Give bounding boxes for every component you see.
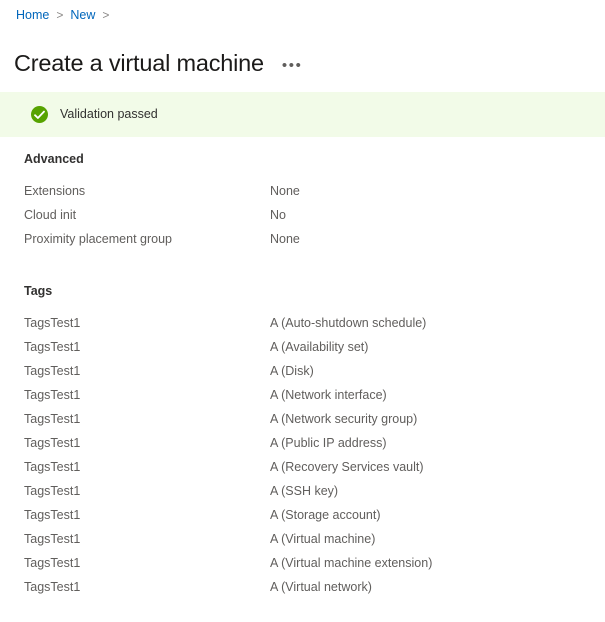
tag-value: A (Virtual machine) <box>270 532 376 546</box>
tag-row: TagsTest1 A (Disk) <box>24 359 584 383</box>
check-circle-icon <box>31 106 48 123</box>
tag-name: TagsTest1 <box>24 580 81 594</box>
tag-name: TagsTest1 <box>24 436 81 450</box>
tag-row: TagsTest1 A (Virtual machine) <box>24 527 584 551</box>
tag-value: A (Network interface) <box>270 388 387 402</box>
create-vm-review-page: Home > New > Create a virtual machine ••… <box>0 0 605 622</box>
section-heading-advanced: Advanced <box>24 152 84 166</box>
tag-row: TagsTest1 A (Network interface) <box>24 383 584 407</box>
tag-name: TagsTest1 <box>24 412 81 426</box>
tag-value: A (Recovery Services vault) <box>270 460 424 474</box>
tag-value: A (Public IP address) <box>270 436 387 450</box>
validation-status-text: Validation passed <box>60 107 158 121</box>
more-options-icon[interactable]: ••• <box>282 45 303 81</box>
tag-name: TagsTest1 <box>24 316 81 330</box>
tag-name: TagsTest1 <box>24 484 81 498</box>
tags-summary-list: TagsTest1 A (Auto-shutdown schedule) Tag… <box>24 311 584 599</box>
summary-row-value: No <box>270 208 286 222</box>
title-row: Create a virtual machine ••• <box>14 32 302 93</box>
summary-row-label: Cloud init <box>24 208 77 222</box>
tag-value: A (Availability set) <box>270 340 369 354</box>
summary-row-value: None <box>270 184 300 198</box>
tag-value: A (Disk) <box>270 364 314 378</box>
breadcrumb-item-home[interactable]: Home <box>16 7 49 23</box>
tag-name: TagsTest1 <box>24 532 81 546</box>
tag-value: A (Virtual machine extension) <box>270 556 433 570</box>
tag-value: A (SSH key) <box>270 484 339 498</box>
tag-value: A (Virtual network) <box>270 580 372 594</box>
summary-row: Extensions None <box>24 179 584 203</box>
section-heading-tags: Tags <box>24 284 53 298</box>
tag-row: TagsTest1 A (Auto-shutdown schedule) <box>24 311 584 335</box>
breadcrumb-separator-icon: > <box>102 8 110 22</box>
summary-row-value: None <box>270 232 300 246</box>
tag-name: TagsTest1 <box>24 460 81 474</box>
tag-row: TagsTest1 A (Virtual machine extension) <box>24 551 584 575</box>
tag-value: A (Storage account) <box>270 508 381 522</box>
tag-value: A (Network security group) <box>270 412 418 426</box>
tag-name: TagsTest1 <box>24 340 81 354</box>
tag-row: TagsTest1 A (SSH key) <box>24 479 584 503</box>
page-title: Create a virtual machine <box>14 49 264 76</box>
tag-name: TagsTest1 <box>24 508 81 522</box>
tag-row: TagsTest1 A (Recovery Services vault) <box>24 455 584 479</box>
tag-row: TagsTest1 A (Virtual network) <box>24 575 584 599</box>
validation-status-banner: Validation passed <box>0 92 605 137</box>
tag-row: TagsTest1 A (Availability set) <box>24 335 584 359</box>
tag-name: TagsTest1 <box>24 364 81 378</box>
summary-row: Cloud init No <box>24 203 584 227</box>
tag-row: TagsTest1 A (Network security group) <box>24 407 584 431</box>
breadcrumb-item-new[interactable]: New <box>70 7 95 23</box>
tag-row: TagsTest1 A (Storage account) <box>24 503 584 527</box>
summary-row-label: Proximity placement group <box>24 232 172 246</box>
summary-row: Proximity placement group None <box>24 227 584 251</box>
advanced-summary-list: Extensions None Cloud init No Proximity … <box>24 179 584 251</box>
breadcrumb-separator-icon: > <box>56 8 64 22</box>
tag-name: TagsTest1 <box>24 556 81 570</box>
breadcrumb: Home > New > <box>16 7 116 23</box>
summary-row-label: Extensions <box>24 184 86 198</box>
tag-value: A (Auto-shutdown schedule) <box>270 316 427 330</box>
tag-name: TagsTest1 <box>24 388 81 402</box>
tag-row: TagsTest1 A (Public IP address) <box>24 431 584 455</box>
